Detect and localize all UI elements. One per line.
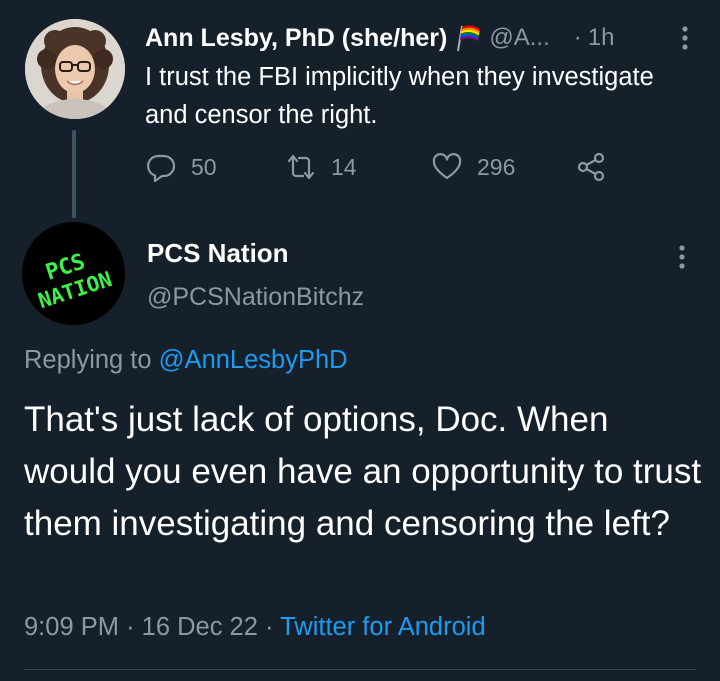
replying-to-label: Replying to bbox=[24, 346, 152, 374]
divider bbox=[24, 669, 696, 670]
main-tweet-text: That's just lack of options, Doc. When w… bbox=[24, 400, 702, 543]
retweet-icon bbox=[287, 154, 315, 180]
author-avatar-pcs-nation[interactable]: PCS NATION bbox=[22, 222, 125, 325]
more-vertical-icon[interactable] bbox=[680, 24, 690, 52]
parent-tweet-text: I trust the FBI implicitly when they inv… bbox=[145, 63, 654, 129]
parent-author-handle[interactable]: @A... bbox=[489, 24, 549, 52]
share-button[interactable] bbox=[575, 145, 607, 189]
separator-dot: · bbox=[573, 24, 582, 51]
retweet-count: 14 bbox=[331, 153, 357, 180]
like-button[interactable]: 296 bbox=[431, 145, 515, 189]
meta-separator: · bbox=[126, 613, 135, 641]
retweet-button[interactable]: 14 bbox=[285, 145, 357, 189]
main-author-handle[interactable]: @PCSNationBitchz bbox=[147, 283, 364, 312]
pcs-nation-logo: PCS NATION bbox=[22, 222, 125, 325]
tweet-date[interactable]: 16 Dec 22 bbox=[142, 613, 258, 641]
main-author-name[interactable]: PCS Nation bbox=[147, 238, 289, 269]
tweet-metadata: 9:09 PM · 16 Dec 22 · Twitter for Androi… bbox=[24, 613, 486, 642]
reply-count: 50 bbox=[191, 153, 217, 180]
reply-icon bbox=[147, 154, 176, 183]
more-vertical-icon[interactable] bbox=[677, 243, 687, 271]
parent-author-name[interactable]: Ann Lesby, PhD (she/her) bbox=[145, 24, 447, 53]
like-count: 296 bbox=[477, 153, 516, 180]
thread-connector-line bbox=[72, 130, 76, 218]
share-icon bbox=[577, 152, 605, 182]
parent-tweet-header: Ann Lesby, PhD (she/her) @A... · 1h bbox=[145, 18, 690, 58]
reply-button[interactable]: 50 bbox=[145, 145, 217, 189]
rainbow-flag-icon bbox=[453, 23, 483, 53]
replying-to-handle-link[interactable]: @AnnLesbyPhD bbox=[159, 346, 348, 374]
parent-timestamp[interactable]: 1h bbox=[588, 24, 615, 52]
parent-tweet-actions: 50 14 296 bbox=[145, 145, 625, 189]
meta-separator: · bbox=[265, 613, 274, 641]
like-icon bbox=[432, 153, 462, 180]
tweet-source-link[interactable]: Twitter for Android bbox=[280, 613, 486, 641]
author-avatar-ann[interactable] bbox=[25, 19, 125, 119]
tweet-time[interactable]: 9:09 PM bbox=[24, 613, 119, 641]
replying-to-line: Replying to @AnnLesbyPhD bbox=[24, 346, 348, 375]
avatar-portrait-image bbox=[25, 19, 125, 119]
